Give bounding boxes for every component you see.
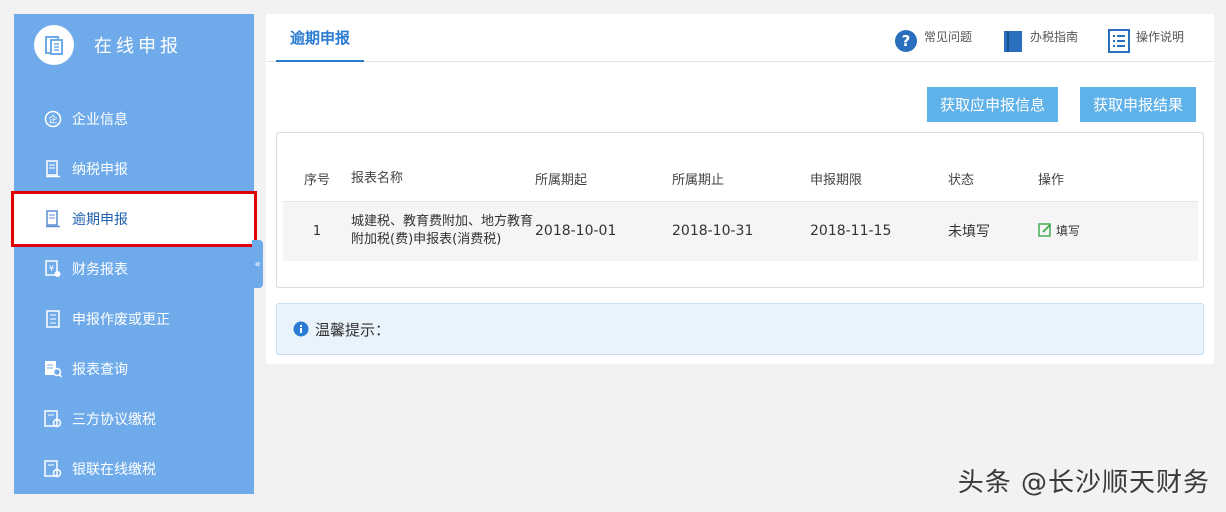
sidebar-item-financial-report[interactable]: ¥ 财务报表 [14,244,254,294]
tax-guide-link[interactable]: 办税指南 [1002,24,1078,56]
fill-in-label: 填写 [1056,223,1081,238]
svg-text:¥: ¥ [49,264,54,273]
tip-title: 温馨提示： [315,320,391,339]
watermark-text: 头条 @长沙顺天财务 [957,468,1210,498]
column-header: 所属期止 [672,157,810,202]
list-icon [1107,29,1130,56]
overdue-filing-icon [44,210,62,228]
main-panel: 逾期申报 ? 常见问题 办税指南 操作说明 获取应申报信息 获取申报结果 序号 … [266,14,1214,364]
unionpay-payment-icon [44,460,62,478]
sidebar-item-label: 财务报表 [72,262,128,278]
fetch-filing-info-button[interactable]: 获取应申报信息 [926,87,1058,122]
sidebar-collapse-button[interactable]: « [252,240,263,288]
tripartite-payment-icon [44,410,62,428]
tax-filing-icon [44,160,62,178]
period-start: 2018-10-01 [535,201,672,261]
enterprise-icon: 企 [44,110,62,128]
sidebar-item-void-correct[interactable]: 申报作废或更正 [14,294,254,344]
filing-deadline: 2018-11-15 [810,201,948,261]
column-header: 状态 [948,157,1038,202]
sidebar-item-label: 报表查询 [72,362,128,378]
void-correct-icon [44,310,62,328]
report-query-icon [44,360,62,378]
sidebar-item-label: 纳税申报 [72,162,128,178]
sidebar-item-label: 申报作废或更正 [72,312,170,328]
table-header-row: 序号 报表名称 所属期起 所属期止 申报期限 状态 操作 [283,157,1198,202]
edit-icon [1038,223,1052,237]
action-bar: 获取应申报信息 获取申报结果 [926,87,1196,122]
sidebar-item-report-query[interactable]: 报表查询 [14,344,254,394]
period-end: 2018-10-31 [672,201,810,261]
row-actions: 填写 [1038,201,1198,261]
row-index: 1 [283,201,351,261]
sidebar: 在线申报 企 企业信息 纳税申报 逾期申报 ¥ 财务报表 申报作废或更正 报表查… [11,14,257,494]
report-name: 城建税、教育费附加、地方教育附加税(费)申报表(消费税) [351,201,535,261]
top-bar: 逾期申报 ? 常见问题 办税指南 操作说明 [266,14,1214,62]
sidebar-item-label: 逾期申报 [72,212,128,228]
filing-table-container: 序号 报表名称 所属期起 所属期止 申报期限 状态 操作 1 城建税、教育费附加… [276,132,1204,288]
column-header: 申报期限 [810,157,948,202]
column-header: 报表名称 [351,157,535,202]
filing-table: 序号 报表名称 所属期起 所属期止 申报期限 状态 操作 1 城建税、教育费附加… [283,157,1198,261]
fill-in-link[interactable]: 填写 [1038,222,1080,239]
financial-report-icon: ¥ [44,260,62,278]
sidebar-item-enterprise-info[interactable]: 企 企业信息 [14,94,254,144]
sidebar-nav: 企 企业信息 纳税申报 逾期申报 ¥ 财务报表 申报作废或更正 报表查询 三方协… [11,94,257,494]
sidebar-item-label: 三方协议缴税 [72,412,156,428]
app-logo-icon [34,25,74,65]
svg-text:企: 企 [48,114,57,126]
sidebar-item-tax-filing[interactable]: 纳税申报 [14,144,254,194]
app-title: 在线申报 [94,36,182,57]
faq-link[interactable]: ? 常见问题 [894,24,972,56]
instructions-link[interactable]: 操作说明 [1107,24,1184,56]
tax-guide-label: 办税指南 [1029,30,1078,44]
sidebar-item-label: 企业信息 [72,112,128,128]
svg-text:?: ? [902,32,911,50]
instructions-label: 操作说明 [1135,30,1184,44]
column-header: 操作 [1038,157,1198,202]
status-badge: 未填写 [948,201,1038,261]
sidebar-item-overdue-filing[interactable]: 逾期申报 [11,191,257,247]
fetch-filing-result-button[interactable]: 获取申报结果 [1079,87,1196,122]
faq-label: 常见问题 [923,30,972,44]
sidebar-item-tripartite-payment[interactable]: 三方协议缴税 [14,394,254,444]
sidebar-item-label: 银联在线缴税 [72,462,156,478]
tab-overdue-filing[interactable]: 逾期申报 [276,14,364,62]
book-icon [1002,29,1024,56]
tip-box: 温馨提示： [276,303,1204,355]
sidebar-item-unionpay-payment[interactable]: 银联在线缴税 [14,444,254,494]
chevron-double-left-icon: « [254,258,261,270]
column-header: 序号 [283,157,351,202]
sidebar-header: 在线申报 [14,14,254,76]
top-links: ? 常见问题 办税指南 操作说明 [894,24,1184,56]
info-icon [293,321,309,337]
table-row: 1 城建税、教育费附加、地方教育附加税(费)申报表(消费税) 2018-10-0… [283,201,1198,261]
column-header: 所属期起 [535,157,672,202]
question-icon: ? [894,29,918,56]
